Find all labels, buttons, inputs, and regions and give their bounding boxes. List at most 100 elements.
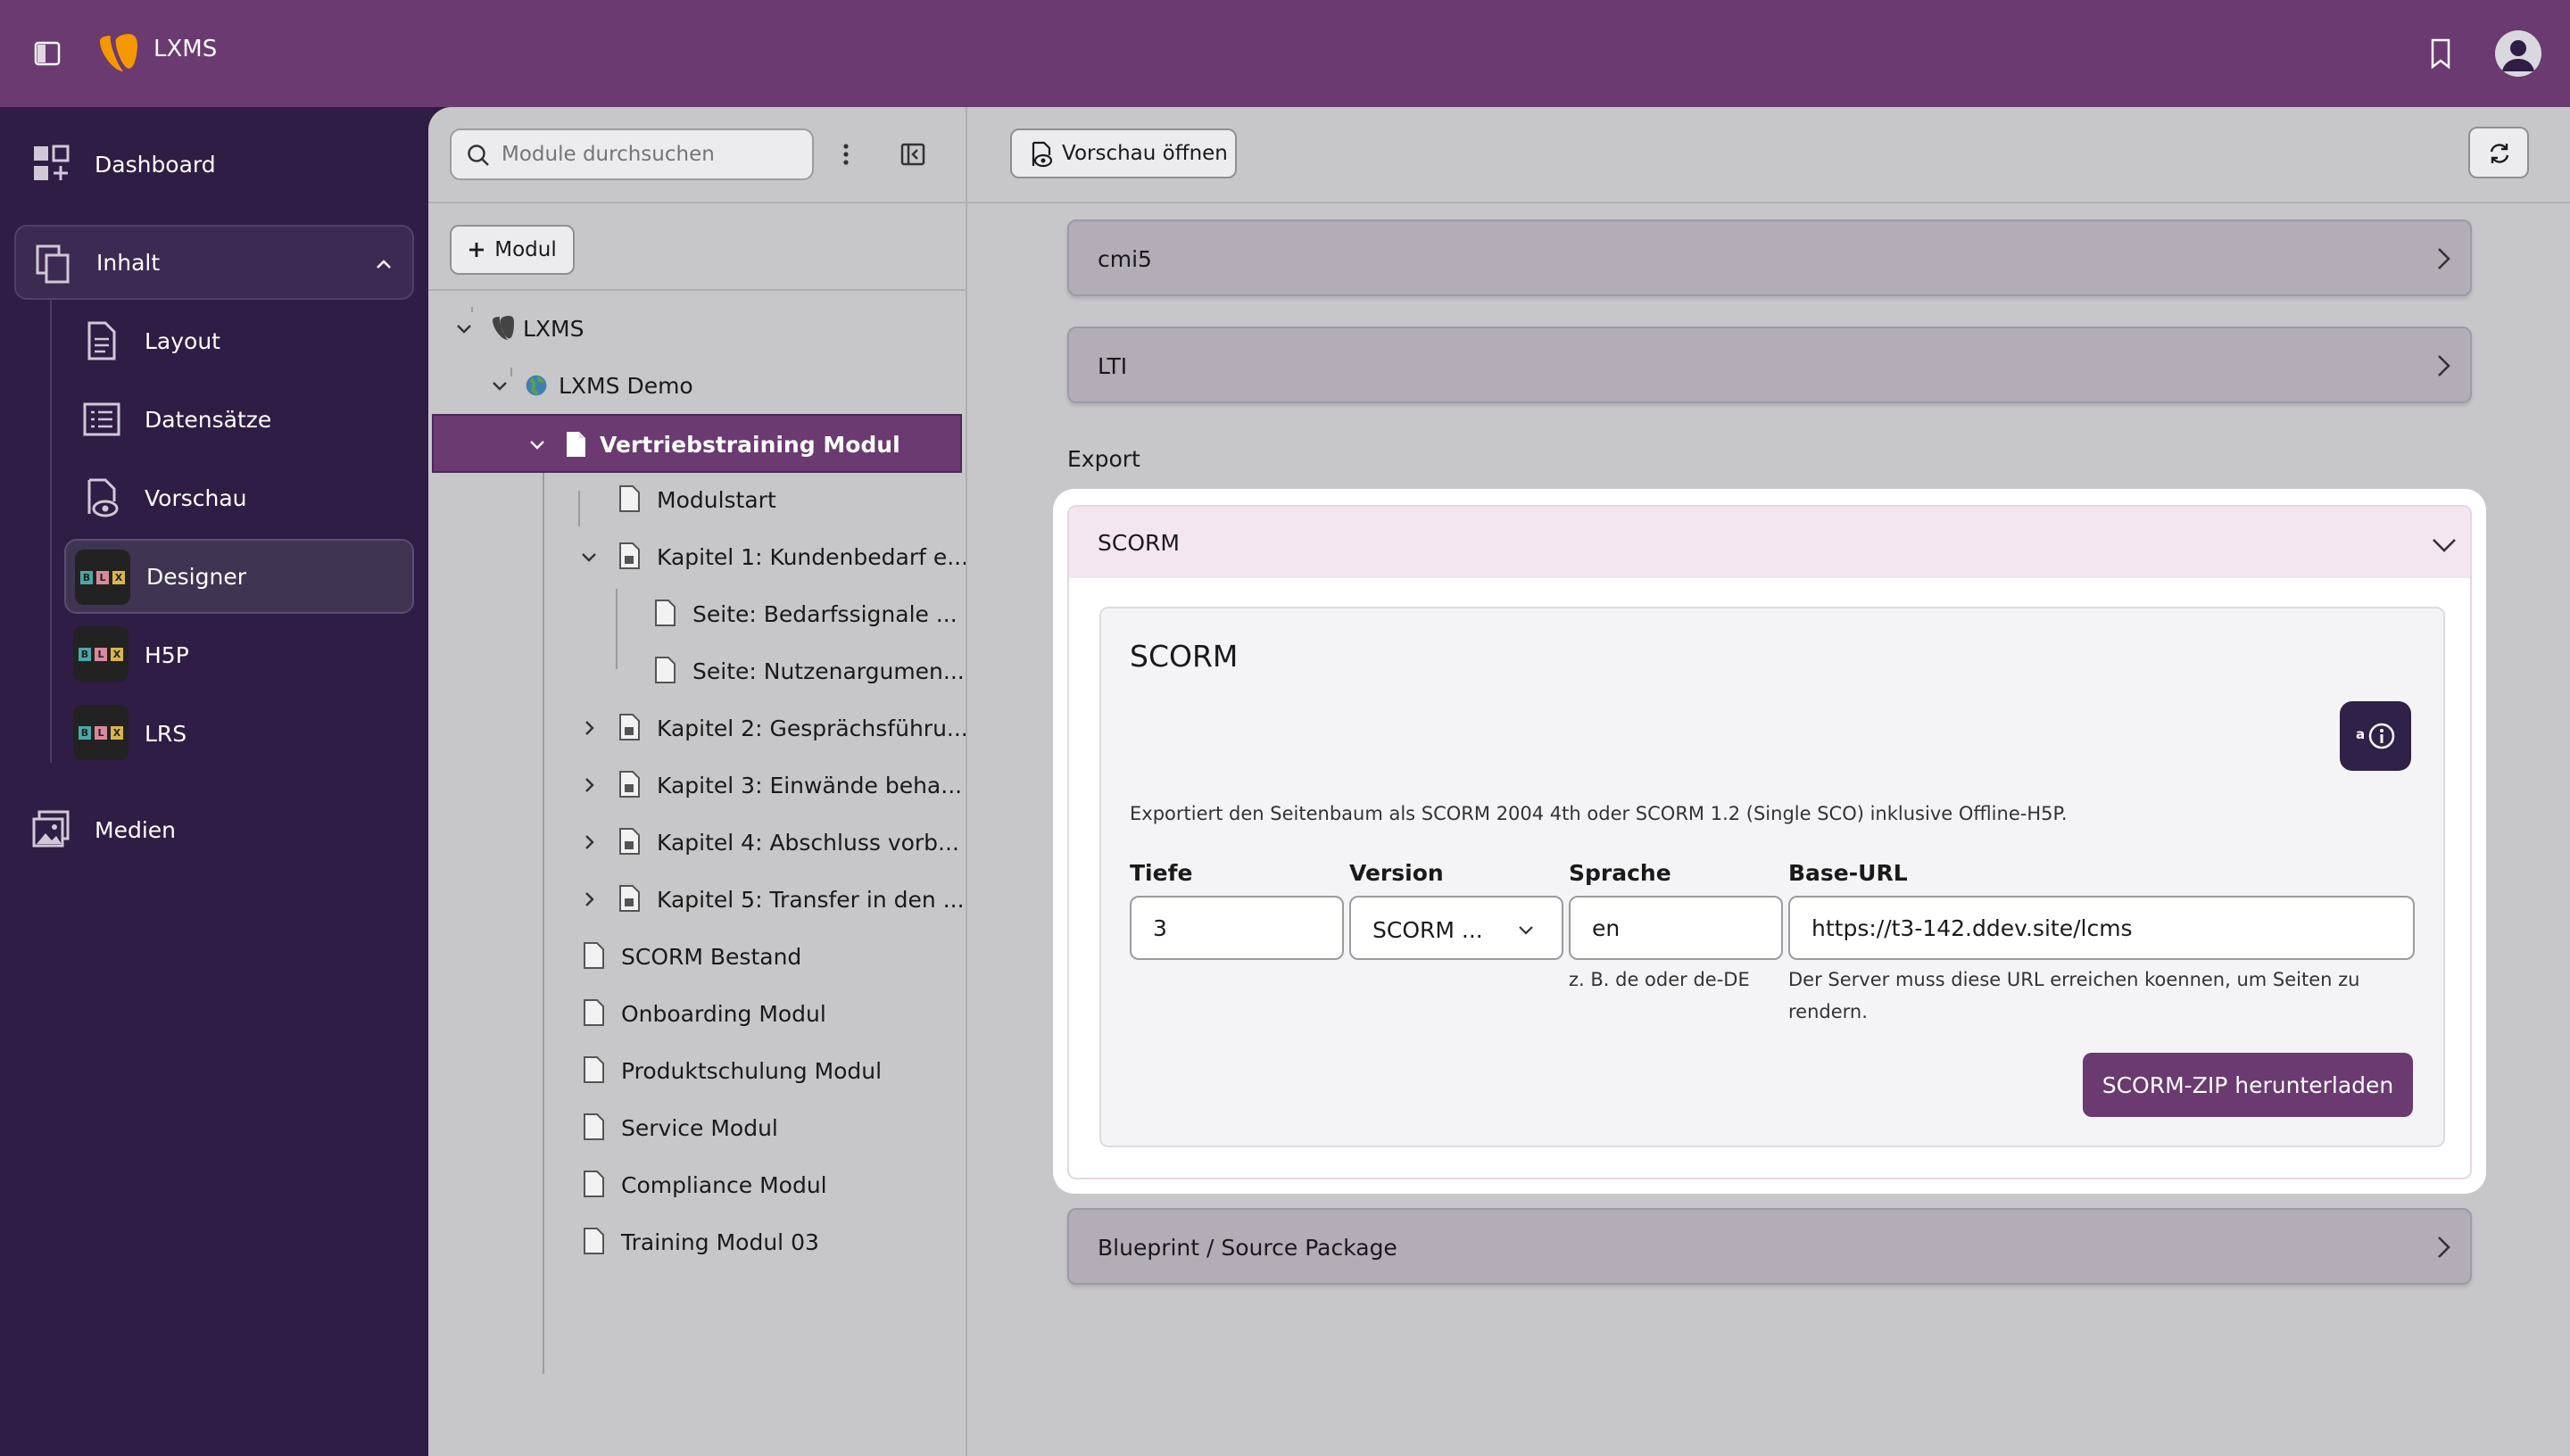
sidebar-item-label: Inhalt <box>96 249 161 276</box>
accordion-title: SCORM <box>1098 530 1180 556</box>
tree-node[interactable]: Kapitel 3: Einwände beha... <box>446 758 962 812</box>
tree-node[interactable]: Kapitel 4: Abschluss vorb... <box>446 815 959 869</box>
search-input[interactable] <box>502 130 805 178</box>
collapse-panel-icon[interactable] <box>900 141 926 168</box>
blx-letter: X <box>111 647 123 661</box>
open-preview-label: Vorschau öffnen <box>1062 142 1228 165</box>
page-link-icon <box>619 771 640 798</box>
globe-icon <box>526 375 547 396</box>
tree-node-label: LXMS Demo <box>559 373 693 399</box>
tree-node[interactable]: Compliance Modul <box>446 1158 946 1212</box>
accordion-blueprint[interactable]: Blueprint / Source Package <box>1067 1208 2472 1285</box>
user-avatar[interactable] <box>2495 30 2541 77</box>
tree-node-selected[interactable]: Vertriebstraining Modul <box>432 414 962 473</box>
sidebar-item-layout[interactable]: Layout <box>64 303 414 378</box>
sidebar-item-inhalt[interactable]: Inhalt <box>14 225 414 300</box>
tree-node-label: Kapitel 1: Kundenbedarf e... <box>657 544 969 570</box>
chevron-down-icon[interactable] <box>455 319 473 337</box>
list-icon <box>83 402 120 436</box>
typo3-logo-icon <box>100 34 137 71</box>
chevron-right-icon[interactable] <box>580 719 598 737</box>
sidebar-item-vorschau[interactable]: Vorschau <box>64 460 414 535</box>
tree-node-label: Kapitel 3: Einwände beha... <box>657 773 963 798</box>
tree-node[interactable]: Training Modul 03 <box>446 1215 946 1269</box>
page-icon <box>584 1113 604 1140</box>
main-content: Vorschau öffnen cmi5 LTI Export SCORM SC… <box>966 107 2570 1456</box>
tree-node[interactable]: Produktschulung Modul <box>446 1044 946 1097</box>
tree-node[interactable]: Onboarding Modul <box>446 987 946 1040</box>
page-icon <box>584 1056 604 1083</box>
baseurl-field[interactable] <box>1788 896 2415 960</box>
chevron-right-icon[interactable] <box>580 776 598 794</box>
tree-node[interactable]: Modulstart <box>446 473 946 526</box>
ai-label: a <box>2356 726 2366 742</box>
ai-info-button[interactable]: a <box>2340 701 2411 771</box>
top-bar: LXMS <box>0 0 2570 107</box>
page-icon <box>584 1228 604 1254</box>
baseurl-label: Base-URL <box>1788 860 1908 886</box>
tree-node[interactable]: Kapitel 1: Kundenbedarf e... <box>446 530 968 583</box>
chevron-down-icon[interactable] <box>528 435 546 453</box>
bookmark-icon[interactable] <box>2429 37 2452 70</box>
main-sidebar: Dashboard Inhalt Layout Datensätze Vorsc… <box>0 107 428 1456</box>
add-module-button[interactable]: Modul <box>450 225 575 275</box>
page-link-icon <box>619 885 640 912</box>
chevron-right-icon[interactable] <box>580 833 598 851</box>
page-link-icon <box>619 542 640 569</box>
tree-node-root[interactable]: LXMS <box>446 302 946 355</box>
tree-node-site[interactable]: LXMS Demo <box>446 359 946 412</box>
chevron-right-icon <box>2438 355 2450 376</box>
blx-letter: B <box>79 647 91 661</box>
tree-node-label: Produktschulung Modul <box>621 1058 883 1084</box>
blx-letter: L <box>95 725 107 740</box>
info-icon <box>2368 723 2395 749</box>
sidebar-item-dashboard[interactable]: Dashboard <box>14 127 414 202</box>
chevron-down-icon <box>1519 926 1533 935</box>
tree-node-label: Modulstart <box>657 487 776 513</box>
tree-node-label: Kapitel 4: Abschluss vorb... <box>657 830 959 856</box>
accordion-scorm[interactable]: SCORM <box>1067 505 2472 578</box>
chevron-right-icon[interactable] <box>580 890 598 908</box>
depth-field[interactable] <box>1130 896 1344 960</box>
download-scorm-zip-button[interactable]: SCORM-ZIP herunterladen <box>2083 1053 2413 1117</box>
tree-node[interactable]: Kapitel 2: Gesprächsführu... <box>446 701 968 755</box>
tree-node[interactable]: Seite: Nutzenargumen... <box>446 644 965 698</box>
tree-node-label: LXMS <box>523 316 584 342</box>
chevron-right-icon <box>2438 1237 2450 1258</box>
page-icon <box>584 999 604 1026</box>
language-field[interactable] <box>1569 896 1783 960</box>
sidebar-toggle-icon[interactable] <box>34 39 61 68</box>
tree-node[interactable]: Kapitel 5: Transfer in den ... <box>446 873 965 926</box>
tree-node-label: Training Modul 03 <box>621 1229 819 1255</box>
sidebar-item-medien[interactable]: Medien <box>14 792 414 867</box>
sidebar-item-datensaetze[interactable]: Datensätze <box>64 382 414 457</box>
tree-node[interactable]: Service Modul <box>446 1101 946 1154</box>
plus-icon <box>469 243 485 257</box>
content-toolbar: Vorschau öffnen <box>967 107 2570 203</box>
preview-icon <box>87 478 119 517</box>
open-preview-button[interactable]: Vorschau öffnen <box>1010 128 1237 178</box>
accordion-lti[interactable]: LTI <box>1067 327 2472 403</box>
tree-node-label: Kapitel 5: Transfer in den ... <box>657 887 965 913</box>
sidebar-item-designer[interactable]: B L X Designer <box>64 539 414 614</box>
export-heading: Export <box>1067 446 1140 472</box>
tree-node[interactable]: SCORM Bestand <box>446 930 946 983</box>
tree-node-label: Service Modul <box>621 1115 778 1141</box>
blx-icon: B L X <box>75 550 130 605</box>
page-icon <box>584 942 604 969</box>
sidebar-item-h5p[interactable]: B L X H5P <box>64 617 414 692</box>
scorm-body: SCORM a Exportiert den Seitenbaum als SC… <box>1067 578 2472 1179</box>
more-options-icon[interactable] <box>837 141 855 168</box>
module-search[interactable] <box>450 128 814 180</box>
version-value: SCORM ... <box>1372 917 1483 943</box>
chevron-down-icon[interactable] <box>580 548 598 566</box>
tree-node[interactable]: Seite: Bedarfssignale ... <box>446 587 958 641</box>
refresh-button[interactable] <box>2468 127 2529 178</box>
user-icon <box>2502 40 2534 71</box>
scorm-description: Exportiert den Seitenbaum als SCORM 2004… <box>1130 803 2068 824</box>
dashboard-icon <box>34 145 70 180</box>
sidebar-item-lrs[interactable]: B L X LRS <box>64 696 414 771</box>
accordion-cmi5[interactable]: cmi5 <box>1067 219 2472 296</box>
version-select[interactable]: SCORM ... <box>1349 896 1563 960</box>
chevron-down-icon[interactable] <box>491 376 509 394</box>
